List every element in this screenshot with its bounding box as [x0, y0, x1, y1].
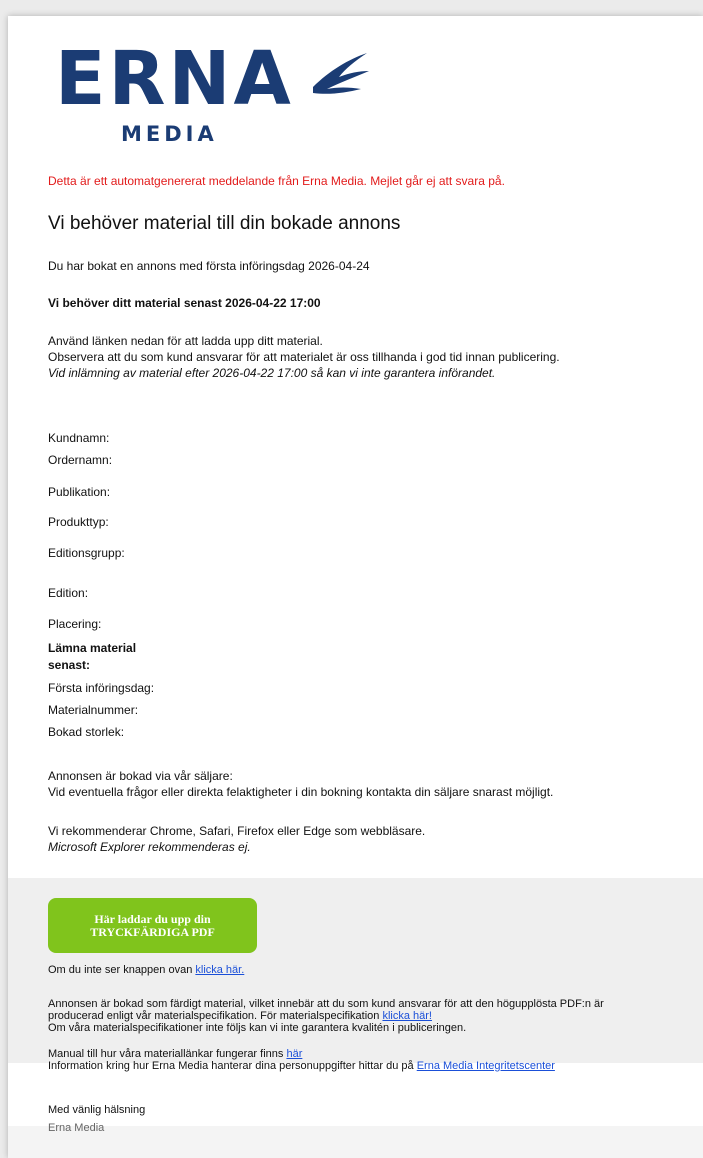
spec-line-3: Om våra materialspecifikationer inte föl… [48, 1022, 467, 1034]
intro-line-2: Observera att du som kund ansvarar för a… [48, 350, 560, 364]
field-produkttyp: Produkttyp: [48, 515, 109, 529]
spec-link[interactable]: klicka här! [382, 1010, 432, 1022]
fallback-link[interactable]: klicka här. [195, 964, 244, 976]
upload-button-line-1: Här laddar du upp din [94, 911, 211, 926]
booked-line: Du har bokat en annons med första införi… [48, 259, 370, 273]
email-body: ERNA MEDIA Detta är ett automatgenererat… [8, 16, 703, 1158]
field-lamna-material-1: Lämna material [48, 641, 137, 655]
seller-line-1: Annonsen är bokad via vår säljare: [48, 769, 233, 783]
field-lamna-material-2: senast: [48, 658, 91, 672]
privacy-center-link[interactable]: Erna Media Integritetscenter [417, 1060, 555, 1072]
logo-subtitle: MEDIA [121, 122, 218, 146]
browser-line-1: Vi rekommenderar Chrome, Safari, Firefox… [48, 824, 426, 838]
email-heading: Vi behöver material till din bokade anno… [48, 213, 401, 234]
manual-line-2: Information kring hur Erna Media hantera… [48, 1060, 555, 1072]
manual-link[interactable]: här [286, 1048, 302, 1060]
field-editionsgrupp: Editionsgrupp: [48, 546, 125, 560]
spec-line-2-text: producerad enligt vår materialspecifikat… [48, 1010, 383, 1022]
sender-name: Erna Media [48, 1122, 105, 1134]
greeting: Med vänlig hälsning [48, 1104, 146, 1116]
field-publikation: Publikation: [48, 485, 111, 499]
field-placering: Placering: [48, 617, 102, 631]
spec-line-1: Annonsen är bokad som färdigt material, … [48, 998, 604, 1010]
erna-media-logo: ERNA MEDIA [55, 42, 385, 172]
manual-text: Manual till hur våra materiallänkar fung… [48, 1048, 287, 1060]
field-ordernamn: Ordernamn: [48, 453, 113, 467]
spec-line-2: producerad enligt vår materialspecifikat… [48, 1010, 432, 1022]
deadline-line: Vi behöver ditt material senast 2026-04-… [48, 296, 321, 310]
upload-button-line-2: TRYCKFÄRDIGA PDF [90, 924, 215, 939]
intro-line-1: Använd länken nedan för att ladda upp di… [48, 334, 323, 348]
field-materialnummer: Materialnummer: [48, 703, 139, 717]
privacy-text: Information kring hur Erna Media hantera… [48, 1060, 417, 1072]
upload-pdf-button[interactable]: Här laddar du upp din TRYCKFÄRDIGA PDF [48, 898, 257, 953]
auto-generated-notice: Detta är ett automatgenererat meddelande… [48, 174, 505, 188]
fallback-line: Om du inte ser knappen ovan klicka här. [48, 964, 244, 976]
browser-line-2: Microsoft Explorer rekommenderas ej. [48, 840, 251, 854]
field-forsta-inforingsdag: Första införingsdag: [48, 681, 155, 695]
logo-wordmark: ERNA [55, 36, 294, 122]
seller-line-2: Vid eventuella frågor eller direkta fela… [48, 785, 554, 799]
footer-band [8, 1126, 703, 1158]
wing-icon [313, 53, 369, 94]
field-bokad-storlek: Bokad storlek: [48, 725, 125, 739]
field-kundnamn: Kundnamn: [48, 431, 110, 445]
fallback-text: Om du inte ser knappen ovan [48, 964, 196, 976]
manual-line-1: Manual till hur våra materiallänkar fung… [48, 1048, 302, 1060]
field-edition: Edition: [48, 586, 89, 600]
intro-line-3: Vid inlämning av material efter 2026-04-… [48, 366, 496, 380]
